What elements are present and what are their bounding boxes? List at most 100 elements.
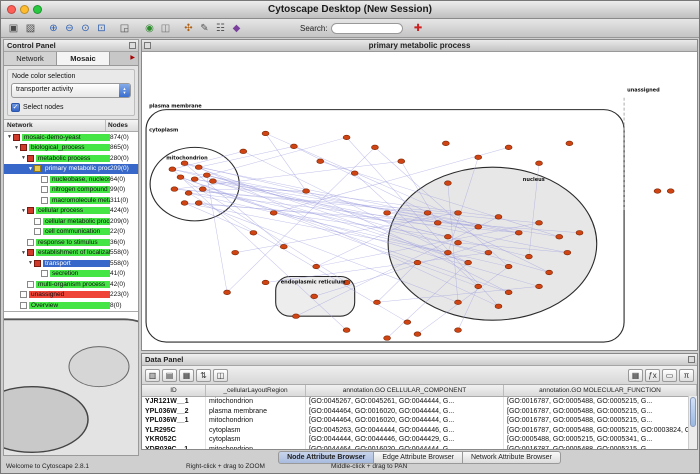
tree-item-metabolic-process[interactable]: ▼metabolic process280(0) — [4, 153, 138, 164]
column-header-annotation-go-cellular-component[interactable]: annotation.GO CELLULAR_COMPONENT — [306, 385, 504, 396]
expander-icon[interactable]: ▼ — [27, 260, 34, 266]
network-node[interactable] — [414, 260, 421, 265]
network-node[interactable] — [515, 231, 522, 236]
network-node[interactable] — [191, 177, 198, 182]
zoom-in-icon[interactable]: ⊕ — [46, 21, 61, 36]
tree-item-cell-communication[interactable]: cell communication22(0) — [4, 227, 138, 238]
network-node[interactable] — [475, 284, 482, 289]
network-node[interactable] — [195, 165, 202, 170]
close-window-button[interactable] — [7, 5, 16, 14]
tree-item-multi-organism-process[interactable]: multi-organism process42(0) — [4, 279, 138, 290]
network-node[interactable] — [343, 135, 350, 140]
network-node[interactable] — [177, 175, 184, 180]
network-node[interactable] — [536, 161, 543, 166]
network-node[interactable] — [351, 171, 358, 176]
network-node[interactable] — [169, 167, 176, 172]
network-node[interactable] — [262, 280, 269, 285]
network-node[interactable] — [414, 332, 421, 337]
attribute-create-icon[interactable]: ▤ — [162, 369, 177, 382]
network-node[interactable] — [384, 211, 391, 216]
import-attributes-icon[interactable]: ▭ — [662, 369, 677, 382]
network-node[interactable] — [224, 290, 231, 295]
network-node[interactable] — [290, 144, 297, 149]
network-node[interactable] — [371, 145, 378, 150]
table-row[interactable]: YLR295Ccytoplasm[GO:0045263, GO:0044444,… — [142, 426, 697, 436]
network-close-button[interactable] — [144, 42, 151, 49]
new-network-icon[interactable]: ✣ — [181, 21, 196, 36]
hide-selected-icon[interactable]: ◫ — [158, 21, 173, 36]
attribute-match-icon[interactable]: ⇅ — [196, 369, 211, 382]
network-node[interactable] — [280, 244, 287, 249]
zoom-window-button[interactable] — [33, 5, 42, 14]
column-header-cellularlayoutregion[interactable]: _cellularLayoutRegion — [206, 385, 306, 396]
expander-icon[interactable]: ▼ — [13, 145, 20, 151]
network-node[interactable] — [444, 181, 451, 186]
network-node[interactable] — [455, 328, 462, 333]
attribute-delete-icon[interactable]: ▦ — [179, 369, 194, 382]
formula-builder-icon[interactable]: ƒx — [645, 369, 660, 382]
network-node[interactable] — [465, 260, 472, 265]
network-node[interactable] — [181, 161, 188, 166]
network-node[interactable] — [262, 131, 269, 136]
table-scrollbar-thumb[interactable] — [690, 397, 696, 427]
tree-header-network[interactable]: Network — [4, 120, 105, 131]
tree-item-macromolecule-metabolic-process[interactable]: macromolecule metabolic process311(0) — [4, 195, 138, 206]
network-node[interactable] — [185, 191, 192, 196]
network-node[interactable] — [455, 240, 462, 245]
network-node[interactable] — [455, 300, 462, 305]
minimize-window-button[interactable] — [20, 5, 29, 14]
network-node[interactable] — [199, 187, 206, 192]
vizmapper-icon[interactable]: ◆ — [229, 21, 244, 36]
tree-item-cellular-process[interactable]: ▼cellular process424(0) — [4, 206, 138, 217]
zoom-fit-icon[interactable]: ⊡ — [94, 21, 109, 36]
attribute-select-icon[interactable]: ▥ — [145, 369, 160, 382]
network-node[interactable] — [667, 189, 674, 194]
network-node[interactable] — [525, 254, 532, 259]
open-session-icon[interactable]: ▨ — [23, 21, 38, 36]
network-node[interactable] — [485, 250, 492, 255]
network-node[interactable] — [444, 250, 451, 255]
data-panel-float-button[interactable] — [688, 356, 695, 363]
column-header-id[interactable]: ID — [142, 385, 206, 396]
network-node[interactable] — [475, 155, 482, 160]
table-row[interactable]: YPL036W__2plasma membrane[GO:0044464, GO… — [142, 407, 697, 417]
tree-item-establishment-of-localization[interactable]: ▼establishment of localization558(0) — [4, 248, 138, 259]
network-node[interactable] — [343, 328, 350, 333]
annotation-icon[interactable]: ✎ — [197, 21, 212, 36]
expander-icon[interactable]: ▼ — [20, 155, 27, 161]
network-node[interactable] — [505, 264, 512, 269]
tree-header-nodes[interactable]: Nodes — [105, 120, 138, 131]
save-session-icon[interactable]: ▣ — [6, 21, 21, 36]
network-node[interactable] — [576, 231, 583, 236]
tab-mosaic[interactable]: Mosaic — [57, 52, 110, 65]
network-node[interactable] — [505, 145, 512, 150]
network-node[interactable] — [444, 234, 451, 239]
network-node[interactable] — [495, 304, 502, 309]
expander-icon[interactable]: ▼ — [20, 250, 27, 256]
network-node[interactable] — [270, 211, 277, 216]
network-node[interactable] — [303, 189, 310, 194]
tree-item-secretion[interactable]: secretion41(0) — [4, 269, 138, 280]
column-header-annotation-go-molecular-function[interactable]: annotation.GO MOLECULAR_FUNCTION — [504, 385, 697, 396]
layout-icon[interactable]: ☷ — [213, 21, 228, 36]
network-node[interactable] — [566, 141, 573, 146]
network-edge[interactable] — [195, 137, 347, 179]
expander-icon[interactable]: ▼ — [27, 166, 34, 172]
table-row[interactable]: YPL036W__1mitochondrion[GO:0044464, GO:0… — [142, 416, 697, 426]
network-node[interactable] — [374, 300, 381, 305]
network-node[interactable] — [171, 187, 178, 192]
network-node[interactable] — [181, 201, 188, 206]
tree-item-cellular-metabolic-process[interactable]: cellular metabolic process209(0) — [4, 216, 138, 227]
network-node[interactable] — [564, 250, 571, 255]
network-canvas[interactable]: plasma membranecytoplasmmitochondrionnuc… — [142, 52, 697, 350]
network-node[interactable] — [313, 264, 320, 269]
network-node[interactable] — [232, 250, 239, 255]
tab-scroll-right-icon[interactable]: ▶ — [130, 55, 135, 62]
network-node[interactable] — [404, 320, 411, 325]
tab-network[interactable]: Network — [4, 52, 57, 65]
network-node[interactable] — [434, 221, 441, 226]
network-node[interactable] — [442, 141, 449, 146]
table-scrollbar[interactable] — [688, 396, 697, 449]
trash-icon[interactable]: ◫ — [213, 369, 228, 382]
tree-item-unassigned[interactable]: unassigned223(0) — [4, 290, 138, 301]
